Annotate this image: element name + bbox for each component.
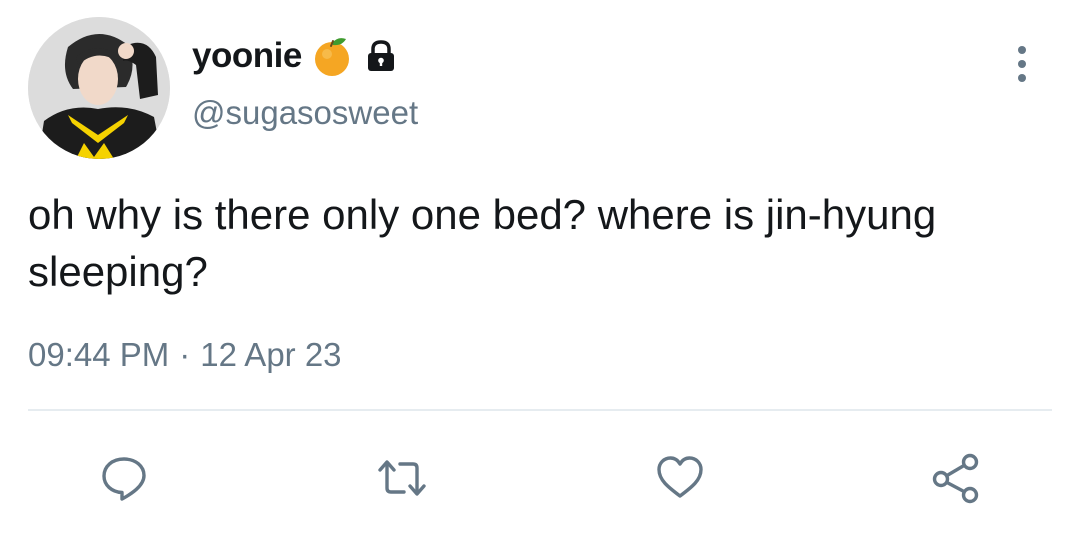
heart-icon bbox=[657, 456, 703, 498]
retweet-button[interactable] bbox=[374, 450, 430, 506]
lock-icon bbox=[367, 40, 394, 71]
divider bbox=[28, 409, 1052, 411]
avatar[interactable] bbox=[28, 17, 170, 159]
display-name[interactable]: yoonie bbox=[192, 36, 302, 76]
tweet-text: oh why is there only one bed? where is j… bbox=[28, 191, 937, 295]
more-options-icon[interactable] bbox=[1008, 44, 1036, 84]
like-button[interactable] bbox=[652, 450, 708, 506]
reply-icon bbox=[102, 457, 146, 501]
share-button[interactable] bbox=[928, 450, 984, 506]
avatar-photo bbox=[28, 17, 170, 159]
share-icon bbox=[932, 453, 979, 504]
meta-separator: · bbox=[179, 336, 191, 373]
tweet-time: 09:44 PM bbox=[28, 336, 170, 373]
tweet-date: 12 Apr 23 bbox=[200, 336, 342, 373]
name-row: yoonie bbox=[192, 34, 398, 78]
user-handle[interactable]: @sugasosweet bbox=[192, 94, 418, 132]
tweet-timestamp: 09:44 PM · 12 Apr 23 bbox=[28, 336, 342, 374]
reply-button[interactable] bbox=[96, 450, 152, 506]
retweet-icon bbox=[378, 460, 426, 496]
tweet-card: yoonie @sugasosweet oh why is there only… bbox=[0, 0, 1079, 542]
tangerine-icon bbox=[314, 38, 349, 76]
